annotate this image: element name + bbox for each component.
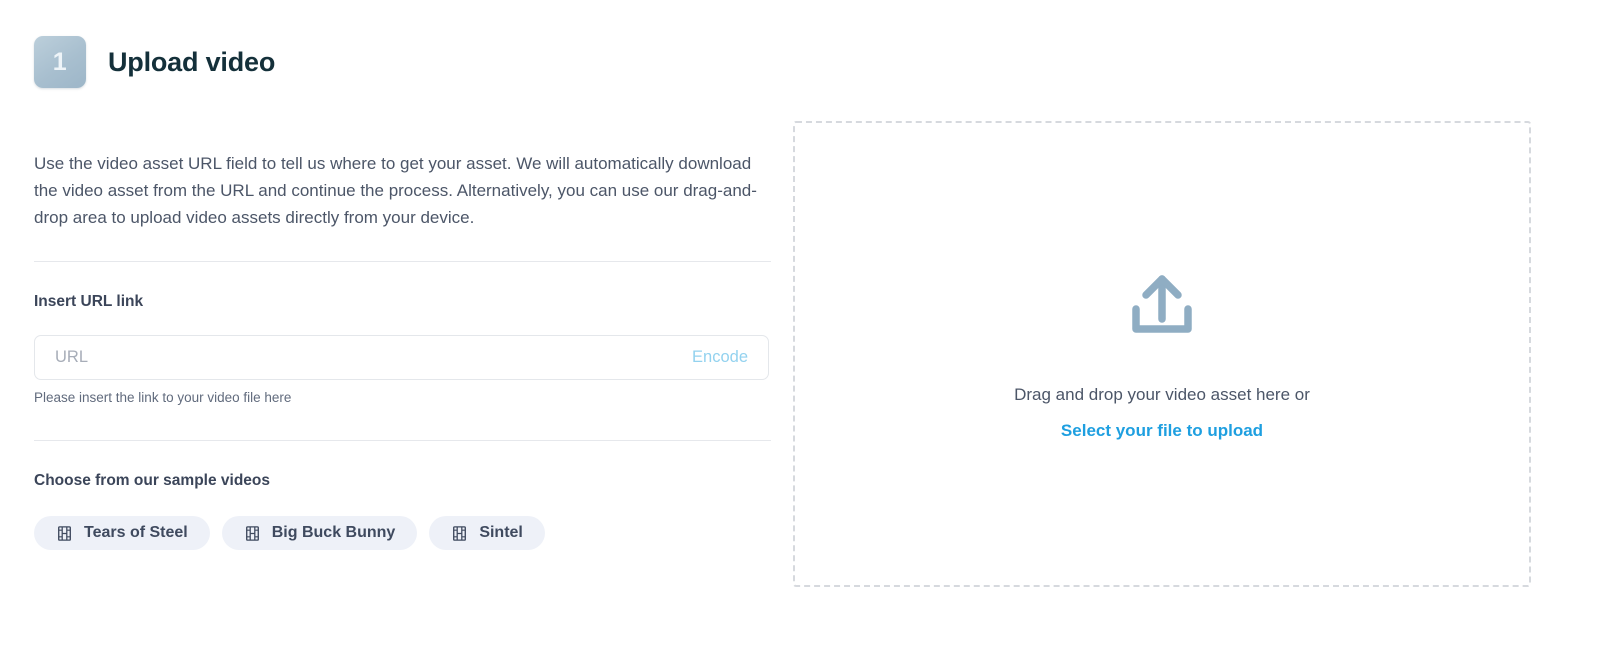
page-title: Upload video	[108, 46, 276, 77]
film-strip-icon	[451, 525, 468, 542]
select-file-link[interactable]: Select your file to upload	[1061, 421, 1263, 441]
sample-chip-label: Tears of Steel	[84, 524, 188, 541]
upload-tray-icon	[1124, 267, 1200, 385]
sample-chip-label: Sintel	[479, 524, 523, 541]
upload-form-column: Use the video asset URL field to tell us…	[34, 150, 772, 550]
sample-videos-label: Choose from our sample videos	[34, 472, 270, 489]
url-field-label: Insert URL link	[34, 293, 144, 310]
dropzone-instruction-text: Drag and drop your video asset here or	[1014, 385, 1310, 404]
encode-button[interactable]: Encode	[692, 348, 748, 367]
sample-video-chip-list: Tears of Steel Big Buck Bunny Sintel	[34, 516, 772, 550]
url-input-group[interactable]: Encode	[34, 335, 769, 380]
intro-description: Use the video asset URL field to tell us…	[34, 154, 757, 227]
film-strip-icon	[244, 525, 261, 542]
film-strip-icon	[56, 525, 73, 542]
sample-chip-label: Big Buck Bunny	[271, 524, 396, 541]
step-number-badge: 1	[34, 36, 86, 88]
sample-chip-sintel[interactable]: Sintel	[429, 516, 545, 550]
file-dropzone[interactable]: Drag and drop your video asset here or S…	[793, 121, 1531, 587]
url-help-text: Please insert the link to your video fil…	[34, 390, 292, 405]
divider-bottom	[34, 440, 771, 441]
page-header: 1 Upload video	[34, 36, 275, 88]
sample-chip-big-buck-bunny[interactable]: Big Buck Bunny	[221, 516, 418, 550]
sample-chip-tears-of-steel[interactable]: Tears of Steel	[34, 516, 210, 550]
url-input[interactable]	[53, 335, 693, 380]
divider-top	[34, 261, 771, 262]
